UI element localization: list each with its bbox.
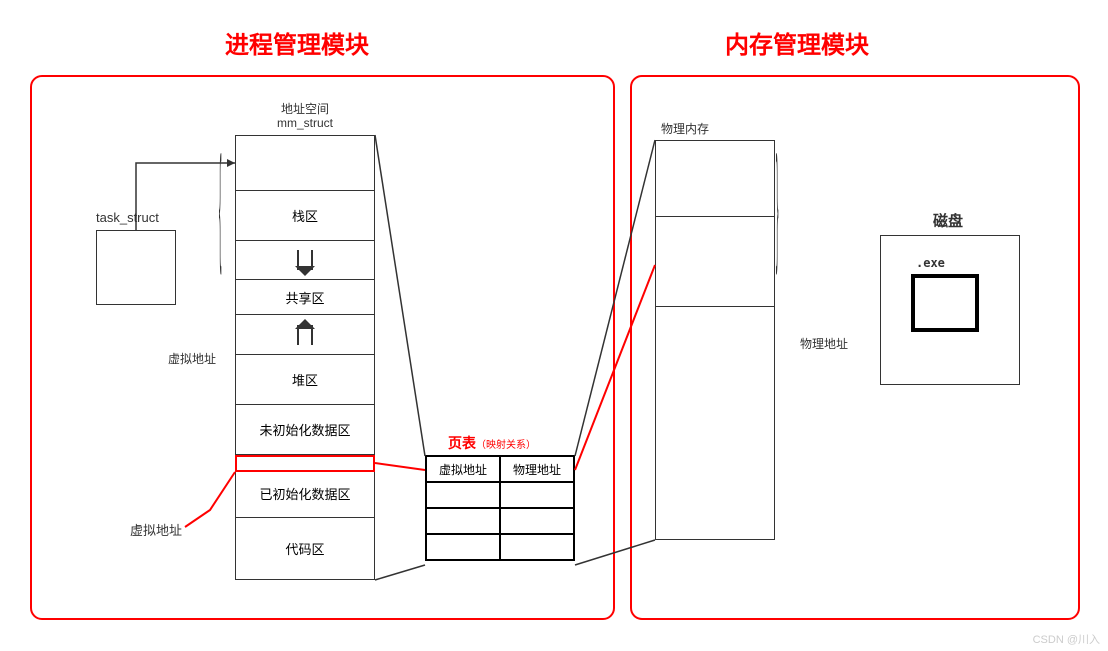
exe-box: [911, 274, 979, 332]
bss-region: 未初始化数据区: [236, 405, 374, 455]
phys-mem-box: [655, 140, 775, 540]
page-table-header-paddr: 物理地址: [500, 456, 574, 482]
task-struct-label: task_struct: [96, 210, 159, 225]
page-table-title: 页表（映射关系）: [448, 433, 536, 453]
heap-arrow: [236, 315, 374, 355]
vaddr-brace: {: [219, 128, 222, 278]
watermark: CSDN @川入: [1033, 631, 1100, 647]
highlighted-slice: [236, 455, 374, 471]
stack-arrow: [236, 241, 374, 281]
task-struct-box: [96, 230, 176, 305]
data-region: 已初始化数据区: [236, 471, 374, 519]
process-module-title: 进程管理模块: [225, 25, 369, 60]
page-table-header-vaddr: 虚拟地址: [426, 456, 500, 482]
phys-addr-brace: }: [776, 128, 779, 278]
page-table: 虚拟地址 物理地址: [425, 455, 575, 561]
page-table-row: [426, 508, 500, 534]
vaddr-callout-label: 虚拟地址: [130, 520, 182, 539]
stack-region: 栈区: [236, 191, 374, 241]
code-region: 代码区: [236, 518, 374, 579]
shared-region: 共享区: [236, 280, 374, 315]
page-table-row: [500, 482, 574, 508]
phys-mem-label: 物理内存: [661, 120, 709, 137]
memory-module-title: 内存管理模块: [725, 25, 869, 60]
addr-space-top: [236, 136, 374, 191]
exe-label: .exe: [916, 256, 945, 270]
disk-box: .exe: [880, 235, 1020, 385]
page-table-row: [500, 534, 574, 560]
page-table-row: [426, 482, 500, 508]
heap-region: 堆区: [236, 355, 374, 405]
page-table-row: [500, 508, 574, 534]
vaddr-brace-label: 虚拟地址: [168, 350, 216, 367]
mm-struct-label-1: 地址空间: [275, 100, 335, 117]
page-table-row: [426, 534, 500, 560]
phys-addr-label: 物理地址: [800, 335, 848, 352]
mm-struct-label-2: mm_struct: [270, 116, 340, 130]
address-space-box: 栈区 共享区 堆区 未初始化数据区 已初始化数据区 代码区: [235, 135, 375, 580]
disk-label: 磁盘: [933, 210, 963, 231]
